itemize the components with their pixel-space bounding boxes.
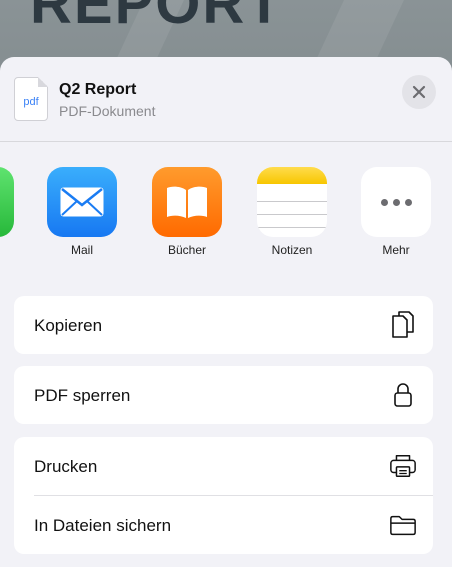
app-more[interactable]: Mehr bbox=[361, 167, 431, 257]
app-label: Bücher bbox=[167, 243, 207, 257]
lock-pdf-label: PDF sperren bbox=[34, 386, 131, 405]
copy-label: Kopieren bbox=[34, 316, 103, 335]
share-sheet: pdf Q2 Report PDF-Dokument Mail Bücher N… bbox=[0, 57, 452, 567]
save-to-files-row[interactable]: In Dateien sichern bbox=[14, 496, 433, 554]
action-group-lock: PDF sperren bbox=[14, 366, 433, 424]
more-icon bbox=[361, 167, 431, 237]
print-row[interactable]: Drucken bbox=[14, 437, 433, 495]
copy-icon bbox=[389, 311, 417, 339]
books-icon bbox=[152, 167, 222, 237]
copy-row[interactable]: Kopieren bbox=[14, 296, 433, 354]
pdf-file-icon: pdf bbox=[14, 77, 48, 121]
printer-icon bbox=[389, 452, 417, 480]
close-icon bbox=[412, 85, 426, 99]
app-notes[interactable]: Notizen bbox=[257, 167, 327, 257]
lock-pdf-row[interactable]: PDF sperren bbox=[14, 366, 433, 424]
app-label: Notizen bbox=[271, 243, 313, 257]
file-title: Q2 Report bbox=[59, 81, 137, 98]
messages-app-icon[interactable] bbox=[0, 167, 14, 237]
background-title: REPORT bbox=[30, 0, 284, 36]
app-label: Mehr bbox=[382, 243, 410, 257]
lock-icon bbox=[389, 381, 417, 409]
save-to-files-label: In Dateien sichern bbox=[34, 516, 172, 535]
action-group-print-save: Drucken In Dateien sichern bbox=[14, 437, 433, 554]
pdf-file-icon-label: pdf bbox=[23, 96, 39, 108]
app-label: Mail bbox=[70, 243, 93, 257]
app-row: Mail Bücher Notizen Mehr bbox=[0, 142, 452, 292]
file-subtitle: PDF-Dokument bbox=[59, 103, 156, 119]
app-mail[interactable]: Mail bbox=[47, 167, 117, 257]
background-shape bbox=[316, 0, 404, 60]
share-sheet-header: pdf Q2 Report PDF-Dokument bbox=[0, 57, 452, 142]
print-label: Drucken bbox=[34, 457, 98, 476]
close-button[interactable] bbox=[402, 75, 436, 109]
folder-icon bbox=[389, 511, 417, 539]
mail-icon bbox=[47, 167, 117, 237]
action-group-copy: Kopieren bbox=[14, 296, 433, 354]
notes-icon bbox=[257, 167, 327, 237]
app-books[interactable]: Bücher bbox=[152, 167, 222, 257]
